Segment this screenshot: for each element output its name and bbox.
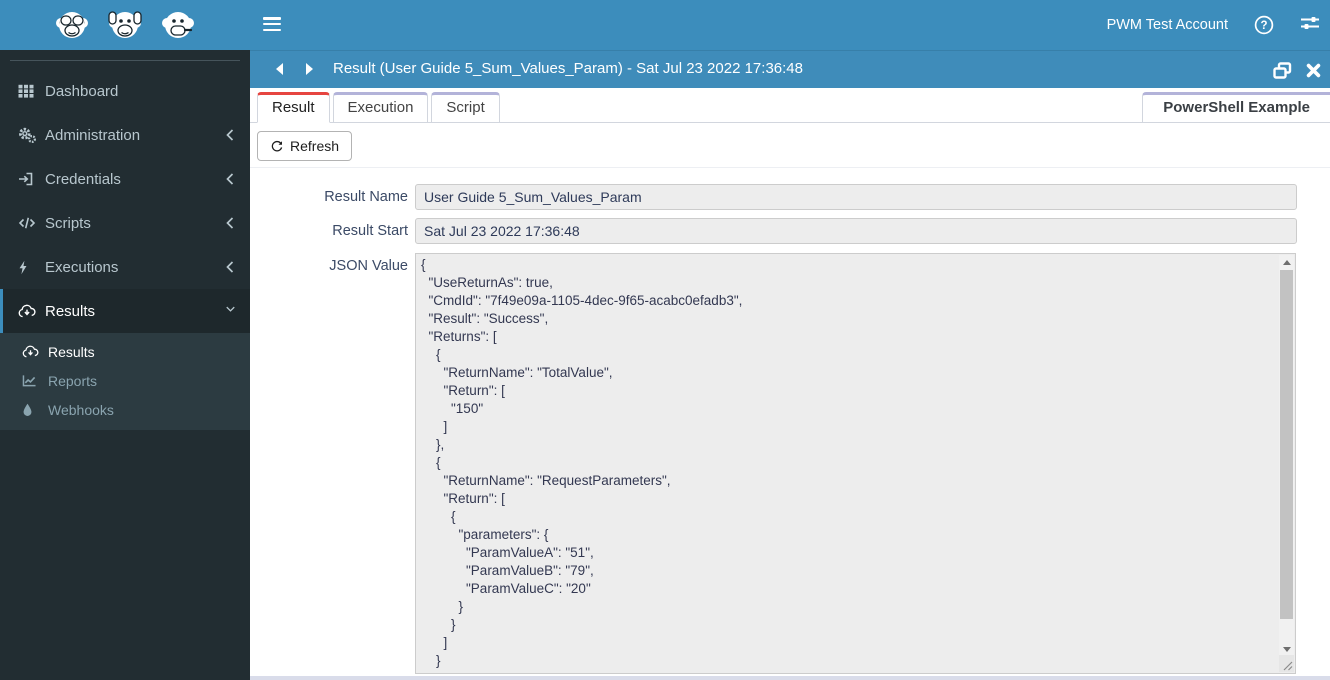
refresh-button[interactable]: Refresh: [257, 131, 353, 161]
svg-text:?: ?: [1260, 20, 1267, 32]
sidebar-item-label: Scripts: [45, 214, 91, 232]
scrollbar-thumb[interactable]: [1280, 270, 1293, 619]
sidebar-item-dashboard[interactable]: Dashboard: [0, 69, 250, 113]
logo-three-monkeys[interactable]: [0, 0, 250, 50]
account-menu[interactable]: PWM Test Account: [1107, 17, 1228, 33]
result-name-label: Result Name: [324, 189, 408, 205]
settings-sliders-icon[interactable]: [1300, 15, 1320, 35]
sidebar-item-label: Administration: [45, 126, 141, 144]
refresh-label: Refresh: [290, 138, 340, 154]
result-form: Result Name Result Start JSON Value { "U…: [250, 168, 1330, 680]
json-value-textarea[interactable]: { "UseReturnAs": true, "CmdId": "7f49e09…: [415, 253, 1296, 674]
json-value-label: JSON Value: [329, 258, 408, 274]
tab-result[interactable]: Result: [257, 92, 330, 123]
result-start-input[interactable]: [415, 218, 1297, 244]
chevron-left-icon: [226, 173, 235, 185]
sidebar-item-label: Dashboard: [45, 82, 119, 100]
sidebar-item-label: Executions: [45, 258, 119, 276]
bolt-icon: [18, 259, 36, 275]
sidebar-item-scripts[interactable]: Scripts: [0, 201, 250, 245]
result-toolbar: Refresh: [250, 123, 1330, 168]
grid-icon: [18, 83, 36, 99]
top-navbar: PWM Test Account ?: [0, 0, 1330, 50]
sidebar-item-label: Results: [45, 302, 96, 320]
chart-line-icon: [22, 373, 39, 388]
json-scrollbar[interactable]: [1279, 255, 1294, 657]
chevron-left-icon: [226, 261, 235, 273]
submenu-item-webhooks[interactable]: Webhooks: [0, 395, 250, 424]
gears-icon: [18, 127, 36, 143]
droplet-icon: [22, 402, 39, 417]
chevron-down-icon: [226, 305, 235, 317]
three-monkeys-icon: [56, 11, 194, 38]
sidebar-menu: Dashboard Administration Credentials Scr…: [0, 69, 250, 333]
result-name-input[interactable]: [415, 184, 1297, 210]
code-icon: [18, 215, 36, 231]
sidebar-item-results[interactable]: Results: [0, 289, 250, 333]
nav-next-icon[interactable]: [305, 62, 316, 77]
result-start-label: Result Start: [332, 223, 408, 239]
submenu-item-results[interactable]: Results: [0, 337, 250, 366]
refresh-icon: [271, 140, 283, 152]
window-title: Result (User Guide 5_Sum_Values_Param) -…: [333, 60, 803, 77]
cloud-download-icon: [22, 344, 39, 359]
sidebar-item-executions[interactable]: Executions: [0, 245, 250, 289]
scrollbar-up-icon[interactable]: [1279, 255, 1294, 270]
textarea-resize-grip[interactable]: [1279, 655, 1294, 672]
cloud-download-icon: [18, 303, 36, 319]
sidebar-item-administration[interactable]: Administration: [0, 113, 250, 157]
sidebar-item-label: Credentials: [45, 170, 121, 188]
chevron-left-icon: [226, 217, 235, 229]
content-horizontal-scrollbar[interactable]: [250, 676, 1330, 680]
result-window-titlebar: Result (User Guide 5_Sum_Values_Param) -…: [250, 50, 1330, 88]
tab-execution[interactable]: Execution: [332, 92, 429, 123]
app-window: PWM Test Account ? Dashboard Administrat…: [0, 0, 1330, 680]
chevron-left-icon: [226, 129, 235, 141]
json-value-content[interactable]: { "UseReturnAs": true, "CmdId": "7f49e09…: [417, 255, 1277, 672]
navbar-right: PWM Test Account ?: [1107, 0, 1320, 50]
submenu-item-label: Reports: [48, 372, 98, 389]
window-restore-icon[interactable]: [1273, 61, 1292, 79]
help-icon[interactable]: ?: [1254, 15, 1274, 35]
tab-script[interactable]: Script: [431, 92, 500, 123]
tab-bar: Result Execution Script PowerShell Examp…: [250, 88, 1330, 123]
window-close-icon[interactable]: [1306, 63, 1321, 78]
submenu-item-reports[interactable]: Reports: [0, 366, 250, 395]
sidebar: Dashboard Administration Credentials Scr…: [0, 50, 250, 680]
nav-previous-icon[interactable]: [274, 62, 285, 77]
sign-in-icon: [18, 171, 36, 187]
results-submenu: Results Reports Webhooks: [0, 333, 250, 430]
sidebar-toggle-button[interactable]: [263, 17, 281, 33]
sidebar-divider: [10, 60, 240, 61]
sidebar-item-credentials[interactable]: Credentials: [0, 157, 250, 201]
submenu-item-label: Webhooks: [48, 401, 114, 418]
tab-powershell-example[interactable]: PowerShell Example: [1142, 92, 1330, 123]
submenu-item-label: Results: [48, 343, 95, 360]
